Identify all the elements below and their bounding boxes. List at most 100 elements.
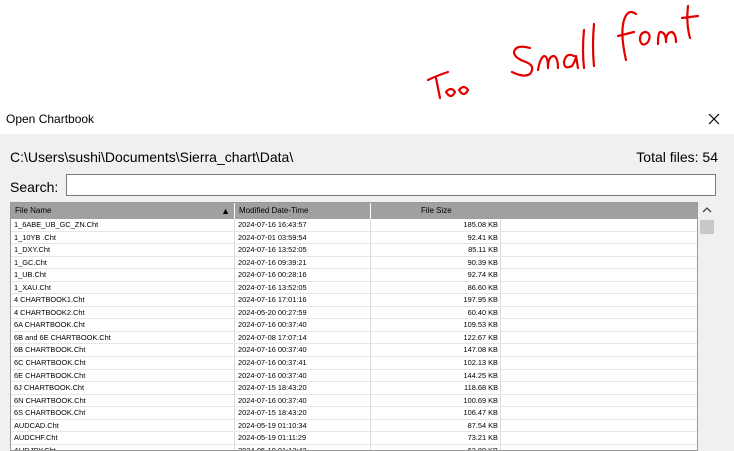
modified-date-cell: 2024-07-16 00:28:16 <box>235 269 371 281</box>
file-row[interactable]: 4 CHARTBOOK2.Cht 2024-05-20 00:27:59 60.40… <box>11 306 697 320</box>
column-header-modified-date-label: Modified Date-Time <box>239 206 309 215</box>
row-filler <box>501 294 697 306</box>
scrollbar-thumb[interactable] <box>700 220 714 234</box>
row-filler <box>501 282 697 294</box>
file-size-cell: 92.74 KB <box>371 269 501 281</box>
file-row[interactable]: 6C CHARTBOOK.Cht 2024-07-16 00:37:41 102.1… <box>11 357 697 370</box>
file-row[interactable]: 1_XAU.Cht 2024-07-16 13:52:05 86.60 KB <box>11 281 697 295</box>
file-size-cell: 102.13 KB <box>371 357 501 369</box>
file-name-cell: 6N CHARTBOOK.Cht <box>11 394 235 407</box>
row-filler <box>501 370 697 382</box>
file-list-header: File Name ▲ Modified Date-Time File Size <box>11 203 697 219</box>
file-size-cell: 185.08 KB <box>371 219 501 231</box>
file-size-cell: 85.11 KB <box>371 244 501 256</box>
file-row[interactable]: 1_DXY.Cht 2024-07-16 13:52:05 85.11 KB <box>11 244 697 257</box>
file-row[interactable]: AUDCHF.Cht 2024-05-19 01:11:29 73.21 KB <box>11 432 697 445</box>
file-name-cell: 6E CHARTBOOK.Cht <box>11 369 235 382</box>
file-size-cell: 118.68 KB <box>371 382 501 394</box>
modified-date-cell: 2024-07-16 13:52:05 <box>235 244 371 256</box>
row-filler <box>501 382 697 394</box>
chevron-up-icon <box>702 207 712 213</box>
file-size-cell: 197.95 KB <box>371 294 501 306</box>
file-name-cell: 1_10YB .Cht <box>11 231 235 244</box>
total-files-count: Total files: 54 <box>636 149 718 165</box>
column-header-file-name-label: File Name <box>15 206 52 215</box>
file-name-cell: AUDCAD.Cht <box>11 419 235 432</box>
file-size-cell: 147.08 KB <box>371 344 501 357</box>
file-row[interactable]: 6A CHARTBOOK.Cht 2024-07-16 00:37:40 109.5… <box>11 319 697 332</box>
column-header-file-name[interactable]: File Name ▲ <box>11 203 235 219</box>
file-row[interactable]: 6B CHARTBOOK.Cht 2024-07-16 00:37:40 147.0… <box>11 344 697 358</box>
file-row[interactable]: 1_10YB .Cht 2024-07-01 03:59:54 92.41 KB <box>11 231 697 245</box>
file-size-cell: 122.67 KB <box>371 331 501 344</box>
file-name-cell: 1_GC.Cht <box>11 256 235 269</box>
file-size-cell: 100.69 KB <box>371 394 501 407</box>
file-name-cell: 6J CHARTBOOK.Cht <box>11 382 235 394</box>
file-size-cell: 87.54 KB <box>371 419 501 432</box>
modified-date-cell: 2024-05-19 01:12:42 <box>235 444 371 450</box>
file-name-cell: 4 CHARTBOOK1.Cht <box>11 294 235 306</box>
file-row[interactable]: AUDJPY.Cht 2024-05-19 01:12:42 62.80 KB <box>11 444 697 450</box>
file-row[interactable]: 6B and 6E CHARTBOOK.Cht 2024-07-08 17:07:… <box>11 331 697 345</box>
file-name-cell: 1_DXY.Cht <box>11 244 235 256</box>
file-row[interactable]: AUDCAD.Cht 2024-05-19 01:10:34 87.54 KB <box>11 419 697 433</box>
file-size-cell: 106.47 KB <box>371 407 501 419</box>
file-row[interactable]: 1_UB.Cht 2024-07-16 00:28:16 92.74 KB <box>11 269 697 282</box>
row-filler <box>501 269 697 281</box>
close-button[interactable] <box>702 108 726 130</box>
dialog-title: Open Chartbook <box>6 112 95 126</box>
file-row[interactable]: 6N CHARTBOOK.Cht 2024-07-16 00:37:40 100.6… <box>11 394 697 408</box>
file-row[interactable]: 6J CHARTBOOK.Cht 2024-07-15 18:43:20 118.6… <box>11 382 697 395</box>
file-size-cell: 62.80 KB <box>371 444 501 450</box>
modified-date-cell: 2024-07-01 03:59:54 <box>235 231 371 244</box>
file-size-cell: 90.39 KB <box>371 256 501 269</box>
column-header-modified-date[interactable]: Modified Date-Time <box>235 203 371 219</box>
row-filler <box>501 244 697 256</box>
folder-path: C:\Users\sushi\Documents\Sierra_chart\Da… <box>10 149 294 165</box>
file-size-cell: 60.40 KB <box>371 306 501 319</box>
file-name-cell: 6C CHARTBOOK.Cht <box>11 357 235 369</box>
modified-date-cell: 2024-05-19 01:11:29 <box>235 432 371 444</box>
file-row[interactable]: 6E CHARTBOOK.Cht 2024-07-16 00:37:40 144.2… <box>11 369 697 383</box>
file-row[interactable]: 6S CHARTBOOK.Cht 2024-07-15 18:43:20 106.4… <box>11 407 697 420</box>
modified-date-cell: 2024-05-20 00:27:59 <box>235 306 371 319</box>
close-icon <box>708 113 720 125</box>
modified-date-cell: 2024-07-16 00:37:40 <box>235 369 371 382</box>
file-row[interactable]: 1_6ABE_UB_GC_ZN.Cht 2024-07-16 16:43:57 18… <box>11 219 697 232</box>
file-name-cell: AUDJPY.Cht <box>11 444 235 450</box>
file-list[interactable]: File Name ▲ Modified Date-Time File Size… <box>10 202 698 451</box>
dialog-body: C:\Users\sushi\Documents\Sierra_chart\Da… <box>0 134 734 451</box>
vertical-scrollbar[interactable] <box>698 202 716 451</box>
file-size-cell: 109.53 KB <box>371 319 501 331</box>
modified-date-cell: 2024-07-16 09:39:21 <box>235 256 371 269</box>
row-filler <box>501 344 697 356</box>
row-filler <box>501 357 697 369</box>
modified-date-cell: 2024-07-16 16:43:57 <box>235 219 371 231</box>
file-name-cell: 1_XAU.Cht <box>11 281 235 294</box>
modified-date-cell: 2024-07-08 17:07:14 <box>235 331 371 344</box>
file-name-cell: 6B and 6E CHARTBOOK.Cht <box>11 331 235 344</box>
file-name-cell: 1_6ABE_UB_GC_ZN.Cht <box>11 219 235 231</box>
file-size-cell: 73.21 KB <box>371 432 501 444</box>
column-header-file-size[interactable]: File Size <box>371 203 697 219</box>
modified-date-cell: 2024-07-16 13:52:05 <box>235 281 371 294</box>
modified-date-cell: 2024-07-15 18:43:20 <box>235 382 371 394</box>
file-row[interactable]: 1_GC.Cht 2024-07-16 09:39:21 90.39 KB <box>11 256 697 270</box>
column-header-file-size-label: File Size <box>421 206 452 215</box>
file-size-cell: 92.41 KB <box>371 231 501 244</box>
row-filler <box>501 420 697 432</box>
row-filler <box>501 445 697 450</box>
modified-date-cell: 2024-07-16 00:37:41 <box>235 357 371 369</box>
row-filler <box>501 407 697 419</box>
modified-date-cell: 2024-07-16 00:37:40 <box>235 394 371 407</box>
search-label: Search: <box>10 179 59 195</box>
file-size-cell: 86.60 KB <box>371 281 501 294</box>
row-filler <box>501 257 697 269</box>
row-filler <box>501 307 697 319</box>
modified-date-cell: 2024-07-16 17:01:16 <box>235 294 371 306</box>
file-name-cell: 6B CHARTBOOK.Cht <box>11 344 235 357</box>
file-row[interactable]: 4 CHARTBOOK1.Cht 2024-07-16 17:01:16 197.9… <box>11 294 697 307</box>
scroll-up-button[interactable] <box>698 202 716 218</box>
modified-date-cell: 2024-07-16 00:37:40 <box>235 344 371 357</box>
search-input[interactable] <box>66 174 716 196</box>
